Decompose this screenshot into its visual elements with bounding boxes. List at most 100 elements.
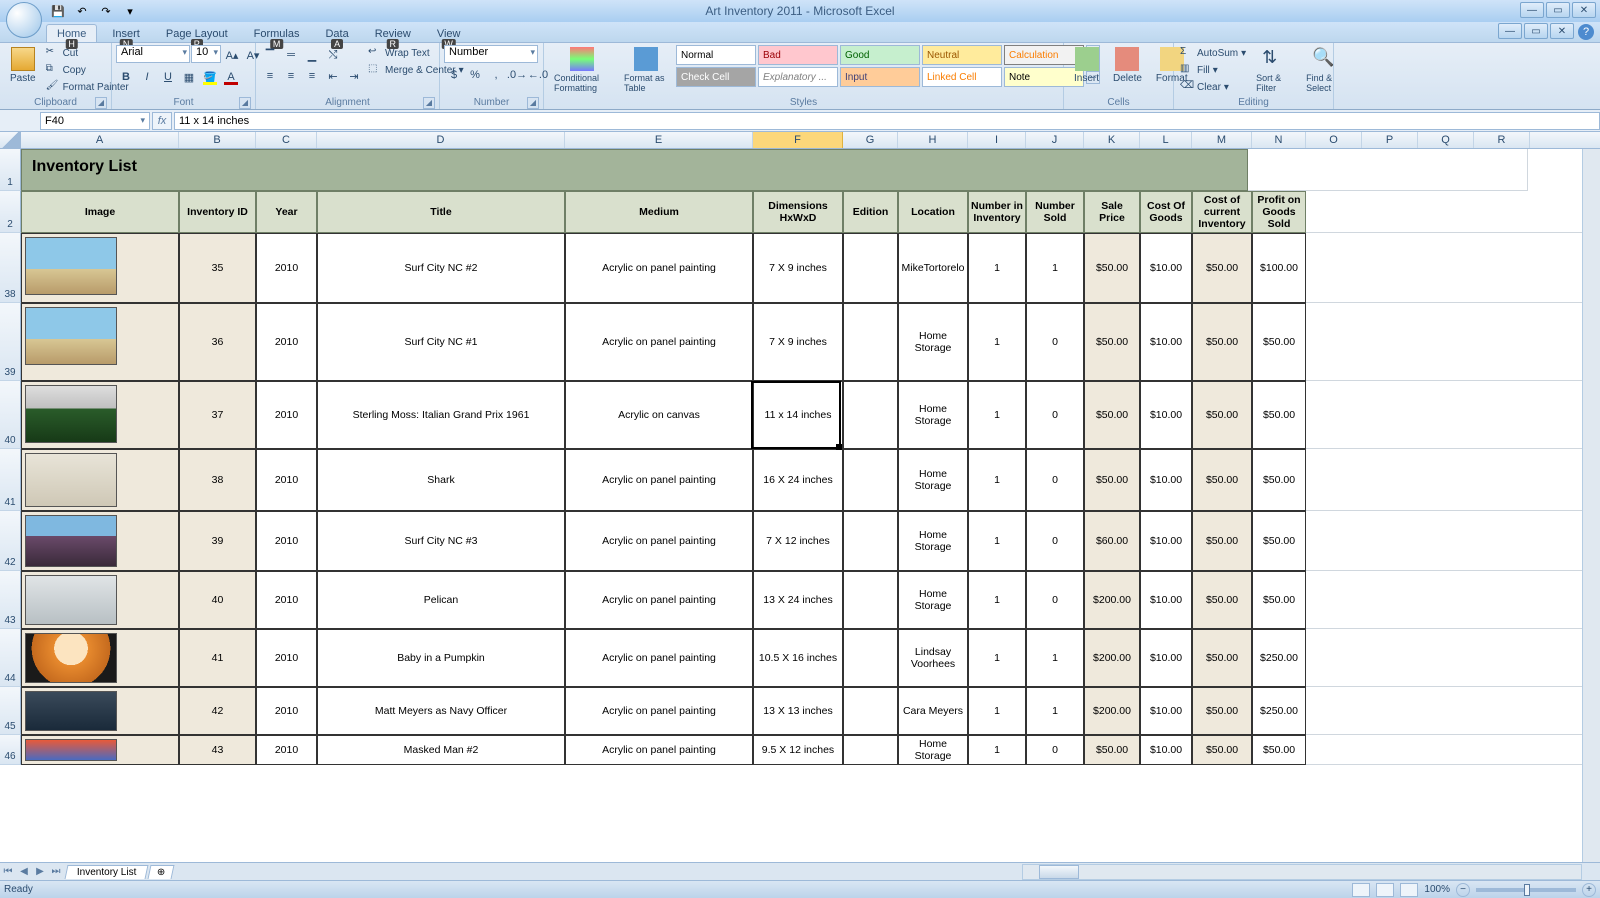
style-check[interactable]: Check Cell [676, 67, 756, 87]
cell-invid[interactable]: 39 [179, 511, 256, 571]
cell-year[interactable]: 2010 [256, 571, 317, 629]
cell-edition[interactable] [843, 303, 898, 381]
inc-decimal[interactable]: .0→ [507, 65, 527, 85]
cell-nsold[interactable]: 0 [1026, 571, 1084, 629]
cell-image[interactable] [21, 735, 179, 765]
cell-image[interactable] [21, 687, 179, 735]
cell-profit[interactable]: $50.00 [1252, 511, 1306, 571]
style-normal[interactable]: Normal [676, 45, 756, 65]
cell-sale[interactable]: $50.00 [1084, 381, 1140, 449]
comma-button[interactable]: , [486, 65, 506, 85]
align-bottom[interactable]: ▁ [302, 45, 322, 65]
cell-sale[interactable]: $50.00 [1084, 303, 1140, 381]
tab-insert[interactable]: InsertN [101, 24, 151, 42]
col-R[interactable]: R [1474, 132, 1530, 148]
name-box[interactable]: F40▾ [40, 112, 150, 130]
cell-invid[interactable]: 37 [179, 381, 256, 449]
cell-dim[interactable]: 7 X 9 inches [753, 233, 843, 303]
cell-profit[interactable]: $50.00 [1252, 381, 1306, 449]
fill-button[interactable]: ▥Fill ▾ [1178, 62, 1248, 78]
col-K[interactable]: K [1084, 132, 1140, 148]
row-header[interactable]: 41 [0, 449, 21, 511]
cell-ninv[interactable]: 1 [968, 687, 1026, 735]
cell-edition[interactable] [843, 735, 898, 765]
cell-location[interactable]: Home Storage [898, 381, 968, 449]
tab-pagelayout[interactable]: Page LayoutP [155, 24, 239, 42]
cell-invid[interactable]: 43 [179, 735, 256, 765]
cell-profit[interactable]: $50.00 [1252, 303, 1306, 381]
italic-button[interactable]: I [137, 67, 157, 87]
fill-color-button[interactable]: 🪣 [200, 67, 220, 87]
cell-nsold[interactable]: 1 [1026, 687, 1084, 735]
row-header[interactable]: 43 [0, 571, 21, 629]
row-header[interactable]: 42 [0, 511, 21, 571]
bold-button[interactable]: B [116, 67, 136, 87]
cell-medium[interactable]: Acrylic on canvas [565, 381, 753, 449]
indent-dec[interactable]: ⇤ [323, 66, 343, 86]
cell-title[interactable]: Matt Meyers as Navy Officer [317, 687, 565, 735]
row-header[interactable]: 2 [0, 191, 21, 233]
cell-image[interactable] [21, 449, 179, 511]
zoom-out[interactable]: − [1456, 883, 1470, 897]
workbook-minimize[interactable]: — [1498, 23, 1522, 39]
cell-invid[interactable]: 36 [179, 303, 256, 381]
col-H[interactable]: H [898, 132, 968, 148]
cell-ninv[interactable]: 1 [968, 571, 1026, 629]
cell-title[interactable]: Pelican [317, 571, 565, 629]
font-name-combo[interactable]: Arial [116, 45, 190, 63]
cell-year[interactable]: 2010 [256, 735, 317, 765]
col-M[interactable]: M [1192, 132, 1252, 148]
col-C[interactable]: C [256, 132, 317, 148]
cell-profit[interactable]: $100.00 [1252, 233, 1306, 303]
cell-edition[interactable] [843, 233, 898, 303]
cell-location[interactable]: Home Storage [898, 511, 968, 571]
cell-edition[interactable] [843, 571, 898, 629]
font-color-button[interactable]: A [221, 67, 241, 87]
col-F[interactable]: F [753, 132, 843, 148]
zoom-in[interactable]: + [1582, 883, 1596, 897]
cell-dim[interactable]: 11 x 14 inches [753, 381, 843, 449]
minimize-button[interactable]: — [1520, 2, 1544, 18]
col-Q[interactable]: Q [1418, 132, 1474, 148]
tab-home[interactable]: HomeH [46, 24, 97, 42]
row-header[interactable]: 46 [0, 735, 21, 765]
col-O[interactable]: O [1306, 132, 1362, 148]
qat-save[interactable]: 💾 [48, 2, 68, 20]
cell-medium[interactable]: Acrylic on panel painting [565, 303, 753, 381]
col-I[interactable]: I [968, 132, 1026, 148]
cell-location[interactable]: Lindsay Voorhees [898, 629, 968, 687]
cell-ninv[interactable]: 1 [968, 629, 1026, 687]
view-pagebreak[interactable] [1400, 883, 1418, 897]
cell-location[interactable]: Home Storage [898, 303, 968, 381]
tab-nav-first[interactable]: ⏮ [0, 864, 16, 880]
new-sheet-button[interactable]: ⊕ [148, 865, 175, 879]
cell-profit[interactable]: $50.00 [1252, 735, 1306, 765]
cell-location[interactable]: Home Storage [898, 449, 968, 511]
style-neutral[interactable]: Neutral [922, 45, 1002, 65]
fx-button[interactable]: fx [152, 112, 172, 130]
cell-cog[interactable]: $10.00 [1140, 735, 1192, 765]
cell-dim[interactable]: 16 X 24 inches [753, 449, 843, 511]
cell-invid[interactable]: 40 [179, 571, 256, 629]
cell-ninv[interactable]: 1 [968, 735, 1026, 765]
style-explanatory[interactable]: Explanatory ... [758, 67, 838, 87]
cell-cinv[interactable]: $50.00 [1192, 303, 1252, 381]
tab-nav-next[interactable]: ▶ [32, 864, 48, 880]
cell-title[interactable]: Masked Man #2 [317, 735, 565, 765]
cell-dim[interactable]: 10.5 X 16 inches [753, 629, 843, 687]
number-format-combo[interactable]: Number [444, 45, 538, 63]
col-P[interactable]: P [1362, 132, 1418, 148]
cell-location[interactable]: Home Storage [898, 571, 968, 629]
cell-invid[interactable]: 35 [179, 233, 256, 303]
cell-medium[interactable]: Acrylic on panel painting [565, 449, 753, 511]
cell-title[interactable]: Shark [317, 449, 565, 511]
cell-year[interactable]: 2010 [256, 511, 317, 571]
tab-review[interactable]: ReviewR [364, 24, 422, 42]
cell-title[interactable]: Baby in a Pumpkin [317, 629, 565, 687]
cell-cog[interactable]: $10.00 [1140, 687, 1192, 735]
view-pagelayout[interactable] [1376, 883, 1394, 897]
cell-medium[interactable]: Acrylic on panel painting [565, 687, 753, 735]
cell-cog[interactable]: $10.00 [1140, 233, 1192, 303]
cell-year[interactable]: 2010 [256, 381, 317, 449]
cell-edition[interactable] [843, 381, 898, 449]
